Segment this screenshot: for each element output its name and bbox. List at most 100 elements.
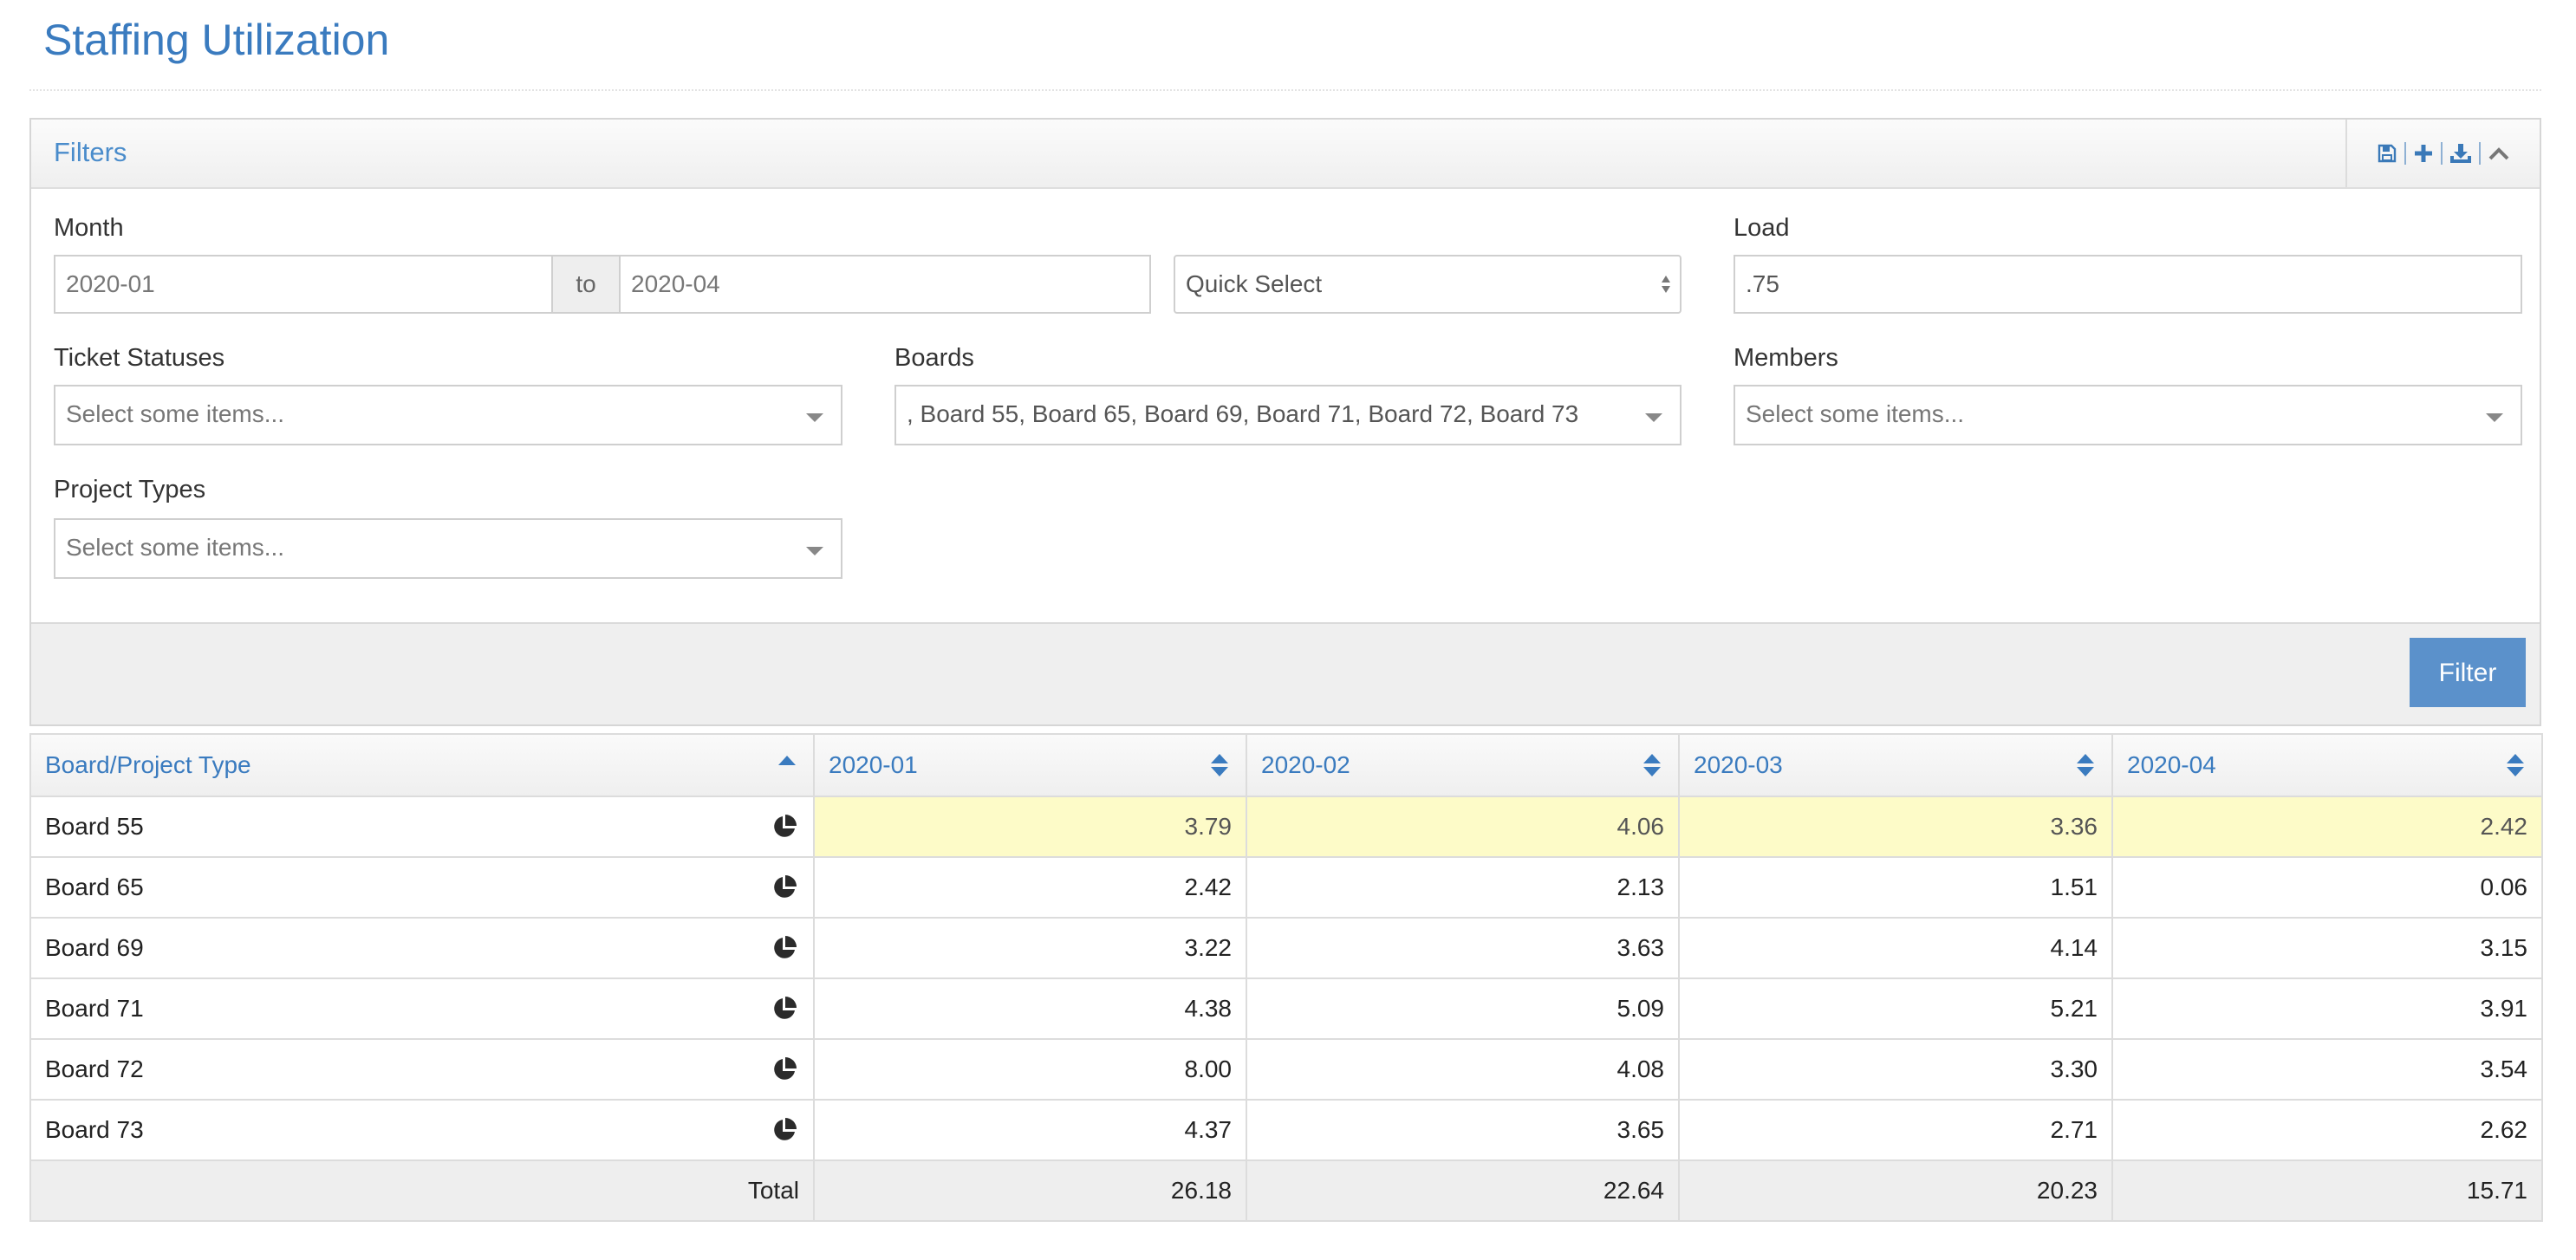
project-types-placeholder: Select some items... xyxy=(66,534,285,561)
boards-selected-value: , Board 55, Board 65, Board 69, Board 71… xyxy=(907,400,1579,427)
project-types-select[interactable]: Select some items... xyxy=(54,518,842,579)
column-header[interactable]: 2020-04 xyxy=(2111,733,2543,797)
project-types-label: Project Types xyxy=(54,476,206,503)
column-header-label: 2020-04 xyxy=(2127,751,2216,778)
total-cell: 15.71 xyxy=(2111,1159,2543,1222)
sort-icon xyxy=(1643,754,1661,778)
board-name: Board 55 xyxy=(45,813,144,840)
load-input[interactable]: .75 xyxy=(1734,255,2522,314)
members-select[interactable]: Select some items... xyxy=(1734,385,2522,445)
value-cell: 3.91 xyxy=(2111,977,2543,1040)
total-label: Total xyxy=(29,1159,815,1222)
pie-chart-icon[interactable] xyxy=(771,935,797,961)
value-cell: 1.51 xyxy=(1678,856,2113,919)
download-icon[interactable] xyxy=(2449,143,2472,164)
filters-panel-footer: Filter xyxy=(31,622,2540,724)
filters-panel-heading: Filters xyxy=(31,120,2540,189)
row-label-cell: Board 73 xyxy=(29,1099,815,1161)
members-label: Members xyxy=(1734,344,1838,372)
total-cell: 22.64 xyxy=(1246,1159,1680,1222)
month-from-input[interactable]: 2020-01 xyxy=(54,255,553,314)
value-cell: 3.22 xyxy=(813,917,1247,979)
pie-chart-icon[interactable] xyxy=(771,996,797,1022)
value-cell: 3.15 xyxy=(2111,917,2543,979)
page: Staffing Utilization Filters Month 2020-… xyxy=(0,0,2576,1260)
month-to-input[interactable]: 2020-04 xyxy=(619,255,1151,314)
updown-arrow-icon xyxy=(1661,276,1671,295)
value-cell: 3.63 xyxy=(1246,917,1680,979)
value-cell: 8.00 xyxy=(813,1038,1247,1101)
pie-chart-icon[interactable] xyxy=(771,1117,797,1143)
chevron-down-icon xyxy=(806,547,823,555)
plus-icon[interactable] xyxy=(2413,143,2434,164)
value-cell: 2.62 xyxy=(2111,1099,2543,1161)
value-cell: 0.06 xyxy=(2111,856,2543,919)
column-header-label: 2020-03 xyxy=(1694,751,1783,778)
tool-separator xyxy=(2479,142,2481,165)
value-cell: 3.54 xyxy=(2111,1038,2543,1101)
tool-separator xyxy=(2404,142,2406,165)
members-placeholder: Select some items... xyxy=(1746,400,1965,427)
table-row: Board 65 2.42 2.13 1.51 0.06 xyxy=(29,856,2543,919)
save-icon[interactable] xyxy=(2377,143,2397,164)
row-label-cell: Board 69 xyxy=(29,917,815,979)
pie-chart-icon[interactable] xyxy=(771,874,797,900)
row-label-cell: Board 72 xyxy=(29,1038,815,1101)
value-cell: 3.79 xyxy=(813,796,1247,858)
column-header-label: Board/Project Type xyxy=(45,751,251,778)
sort-icon xyxy=(2077,754,2094,778)
value-cell: 3.65 xyxy=(1246,1099,1680,1161)
board-name: Board 69 xyxy=(45,934,144,961)
panel-tools xyxy=(2345,120,2540,187)
chevron-down-icon xyxy=(806,413,823,422)
value-cell: 2.42 xyxy=(813,856,1247,919)
table-header-row: Board/Project Type 2020-01 2020-02 2020-… xyxy=(29,733,2543,797)
utilization-table: Board/Project Type 2020-01 2020-02 2020-… xyxy=(29,733,2543,1222)
boards-select[interactable]: , Board 55, Board 65, Board 69, Board 71… xyxy=(894,385,1682,445)
value-cell: 4.08 xyxy=(1246,1038,1680,1101)
table-row: Board 73 4.37 3.65 2.71 2.62 xyxy=(29,1099,2543,1161)
quick-select-value: Quick Select xyxy=(1186,270,1323,297)
sort-icon xyxy=(2507,754,2524,778)
title-divider xyxy=(29,89,2541,91)
table-row: Board 72 8.00 4.08 3.30 3.54 xyxy=(29,1038,2543,1101)
ticket-statuses-placeholder: Select some items... xyxy=(66,400,285,427)
filters-title: Filters xyxy=(54,137,127,167)
ticket-statuses-select[interactable]: Select some items... xyxy=(54,385,842,445)
chevron-down-icon xyxy=(1645,413,1662,422)
table-row: Board 69 3.22 3.63 4.14 3.15 xyxy=(29,917,2543,979)
load-label: Load xyxy=(1734,214,1790,242)
sort-icon xyxy=(1211,754,1228,778)
filters-panel: Filters Month 2020-01 to 2020-04 Quick S… xyxy=(29,118,2541,726)
tool-separator xyxy=(2441,142,2443,165)
table-row: Board 55 3.79 4.06 3.36 2.42 xyxy=(29,796,2543,858)
pie-chart-icon[interactable] xyxy=(771,1056,797,1082)
table-body: Board 55 3.79 4.06 3.36 2.42 Board 65 2.42 2.13… xyxy=(29,796,2543,1161)
month-label: Month xyxy=(54,214,124,242)
chevron-up-icon[interactable] xyxy=(2488,145,2510,162)
value-cell: 3.36 xyxy=(1678,796,2113,858)
sort-ascending-icon xyxy=(778,754,796,778)
column-header[interactable]: 2020-02 xyxy=(1246,733,1680,797)
row-label-cell: Board 65 xyxy=(29,856,815,919)
boards-label: Boards xyxy=(894,344,974,372)
table-row: Board 71 4.38 5.09 5.21 3.91 xyxy=(29,977,2543,1040)
board-name: Board 71 xyxy=(45,995,144,1022)
total-cell: 26.18 xyxy=(813,1159,1247,1222)
value-cell: 4.37 xyxy=(813,1099,1247,1161)
total-row: Total 26.18 22.64 20.23 15.71 xyxy=(29,1159,2543,1222)
quick-select-dropdown[interactable]: Quick Select xyxy=(1174,255,1682,314)
page-title: Staffing Utilization xyxy=(43,16,390,64)
board-name: Board 65 xyxy=(45,874,144,900)
pie-chart-icon[interactable] xyxy=(771,814,797,840)
row-label-cell: Board 71 xyxy=(29,977,815,1040)
value-cell: 4.14 xyxy=(1678,917,2113,979)
column-header[interactable]: 2020-01 xyxy=(813,733,1247,797)
column-header[interactable]: Board/Project Type xyxy=(29,733,815,797)
value-cell: 4.38 xyxy=(813,977,1247,1040)
column-header[interactable]: 2020-03 xyxy=(1678,733,2113,797)
value-cell: 2.13 xyxy=(1246,856,1680,919)
chevron-down-icon xyxy=(2486,413,2503,422)
board-name: Board 73 xyxy=(45,1116,144,1143)
filter-button[interactable]: Filter xyxy=(2410,638,2526,707)
